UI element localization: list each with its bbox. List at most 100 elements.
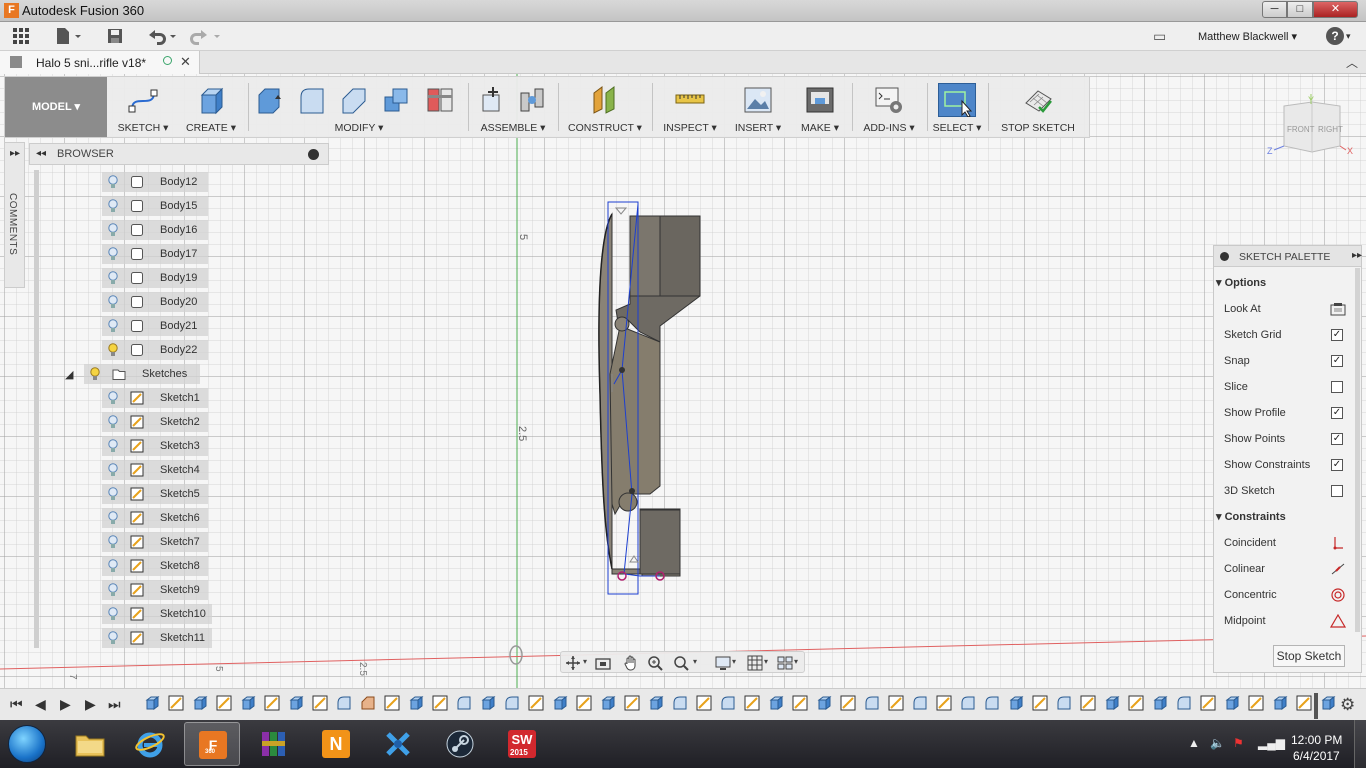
- timeline-sketch-feature-icon[interactable]: [888, 695, 904, 711]
- timeline-sketch-feature-icon[interactable]: [936, 695, 952, 711]
- visibility-bulb-icon[interactable]: [107, 319, 119, 333]
- zoom-dropdown-icon[interactable]: ▾: [693, 657, 697, 666]
- orbit-dropdown-icon[interactable]: ▾: [583, 657, 587, 666]
- timeline-extrude-feature-icon[interactable]: [288, 695, 304, 711]
- visibility-bulb-icon[interactable]: [107, 199, 119, 213]
- visibility-bulb-icon[interactable]: [107, 559, 119, 573]
- taskbar-clock-time[interactable]: 12:00 PM: [1291, 733, 1342, 747]
- modify-group[interactable]: MODIFY ▾: [253, 77, 465, 137]
- insert-group[interactable]: INSERT ▾: [729, 77, 787, 137]
- taskbar-internet-explorer[interactable]: [122, 722, 178, 766]
- timeline-extrude-feature-icon[interactable]: [600, 695, 616, 711]
- action-center-flag-icon[interactable]: ⚑: [1233, 736, 1244, 750]
- browser-body-item[interactable]: Body12: [102, 172, 208, 192]
- orbit-icon[interactable]: [565, 655, 581, 671]
- browser-body-item[interactable]: Body15: [102, 196, 208, 216]
- minimize-button[interactable]: ─: [1262, 1, 1287, 18]
- visibility-bulb-icon[interactable]: [89, 367, 101, 381]
- timeline-sketch-feature-icon[interactable]: [696, 695, 712, 711]
- timeline-step-forward-icon[interactable]: ▶: [60, 696, 71, 713]
- visibility-bulb-icon[interactable]: [107, 583, 119, 597]
- visibility-bulb-icon[interactable]: [107, 631, 119, 645]
- timeline-extrude-feature-icon[interactable]: [552, 695, 568, 711]
- timeline-fillet-feature-icon[interactable]: [960, 695, 976, 711]
- timeline-sketch-feature-icon[interactable]: [792, 695, 808, 711]
- browser-sketch-item[interactable]: Sketch3: [102, 436, 208, 456]
- timeline-sketch-feature-icon[interactable]: [840, 695, 856, 711]
- browser-sketch-item[interactable]: Sketch7: [102, 532, 208, 552]
- timeline-extrude-feature-icon[interactable]: [768, 695, 784, 711]
- browser-body-item[interactable]: Body17: [102, 244, 208, 264]
- timeline-extrude-feature-icon[interactable]: [1272, 695, 1288, 711]
- browser-sketch-item[interactable]: Sketch6: [102, 508, 208, 528]
- timeline-step-back-icon[interactable]: ◀: [35, 696, 46, 713]
- undo-icon[interactable]: [146, 27, 178, 45]
- timeline-fillet-feature-icon[interactable]: [504, 695, 520, 711]
- browser-sketch-item[interactable]: Sketch2: [102, 412, 208, 432]
- display-settings-icon[interactable]: [715, 655, 731, 671]
- browser-body-item[interactable]: Body16: [102, 220, 208, 240]
- timeline-sketch-feature-icon[interactable]: [432, 695, 448, 711]
- constraints-section-heading[interactable]: ▾ Constraints: [1216, 510, 1286, 523]
- visibility-bulb-icon[interactable]: [107, 223, 119, 237]
- visibility-bulb-icon[interactable]: [107, 607, 119, 621]
- fit-icon[interactable]: [673, 655, 689, 671]
- visibility-bulb-icon[interactable]: [107, 511, 119, 525]
- grid-dropdown-icon[interactable]: ▾: [764, 657, 768, 666]
- look-at-icon[interactable]: [1330, 302, 1346, 316]
- timeline-fillet-feature-icon[interactable]: [672, 695, 688, 711]
- timeline-sketch-feature-icon[interactable]: [1080, 695, 1096, 711]
- taskbar-fusion-360[interactable]: F 360: [184, 722, 240, 766]
- browser-body-item[interactable]: Body22: [102, 340, 208, 360]
- make-group[interactable]: MAKE ▾: [793, 77, 847, 137]
- zoom-icon[interactable]: [647, 655, 663, 671]
- browser-header[interactable]: ◂◂ BROWSER: [29, 143, 329, 165]
- browser-body-item[interactable]: Body19: [102, 268, 208, 288]
- timeline-sketch-feature-icon[interactable]: [1032, 695, 1048, 711]
- timeline-marker[interactable]: [1314, 693, 1318, 719]
- timeline-sketch-feature-icon[interactable]: [264, 695, 280, 711]
- save-icon[interactable]: [106, 27, 124, 45]
- browser-body-item[interactable]: Body20: [102, 292, 208, 312]
- timeline-sketch-feature-icon[interactable]: [528, 695, 544, 711]
- timeline-go-to-end-icon[interactable]: ⏭: [108, 696, 121, 713]
- visibility-bulb-icon[interactable]: [107, 391, 119, 405]
- sketches-expander-icon[interactable]: ◢: [65, 368, 73, 381]
- timeline-fillet-feature-icon[interactable]: [336, 695, 352, 711]
- create-group[interactable]: CREATE ▾: [181, 77, 241, 137]
- select-group[interactable]: SELECT ▾: [931, 77, 983, 137]
- sketch-group[interactable]: SKETCH ▾: [113, 77, 173, 137]
- visibility-bulb-icon[interactable]: [107, 247, 119, 261]
- option-checkbox[interactable]: [1331, 381, 1343, 393]
- timeline-play-icon[interactable]: ▶: [85, 696, 96, 713]
- options-section-heading[interactable]: ▾ Options: [1216, 276, 1266, 289]
- stop-sketch-group[interactable]: STOP SKETCH: [993, 77, 1083, 137]
- timeline-extrude-feature-icon[interactable]: [1104, 695, 1120, 711]
- visibility-bulb-icon[interactable]: [107, 463, 119, 477]
- timeline-fillet-feature-icon[interactable]: [864, 695, 880, 711]
- grid-snaps-icon[interactable]: [747, 655, 763, 671]
- tray-expand-icon[interactable]: ▲: [1188, 736, 1200, 750]
- browser-sketch-item[interactable]: Sketch8: [102, 556, 208, 576]
- browser-body-item[interactable]: Body21: [102, 316, 208, 336]
- palette-pin-icon[interactable]: [1220, 252, 1229, 261]
- option-checkbox[interactable]: ✓: [1331, 407, 1343, 419]
- timeline-extrude-feature-icon[interactable]: [648, 695, 664, 711]
- timeline-extrude-feature-icon[interactable]: [480, 695, 496, 711]
- workspace-switcher[interactable]: MODEL ▾: [5, 77, 107, 137]
- timeline-fillet-feature-icon[interactable]: [1176, 695, 1192, 711]
- browser-pin-icon[interactable]: [308, 149, 319, 160]
- timeline-sketch-feature-icon[interactable]: [312, 695, 328, 711]
- viewports-dropdown-icon[interactable]: ▾: [794, 657, 798, 666]
- timeline-fillet-feature-icon[interactable]: [984, 695, 1000, 711]
- help-icon[interactable]: ?: [1326, 27, 1344, 45]
- pan-icon[interactable]: [623, 655, 639, 671]
- browser-sketch-item[interactable]: Sketch5: [102, 484, 208, 504]
- visibility-bulb-icon[interactable]: [107, 295, 119, 309]
- visibility-bulb-icon[interactable]: [107, 415, 119, 429]
- timeline-fillet-feature-icon[interactable]: [456, 695, 472, 711]
- browser-sketch-item[interactable]: Sketch9: [102, 580, 208, 600]
- data-panel-grid-icon[interactable]: [12, 27, 30, 45]
- timeline-fillet-feature-icon[interactable]: [720, 695, 736, 711]
- inspect-group[interactable]: INSPECT ▾: [657, 77, 723, 137]
